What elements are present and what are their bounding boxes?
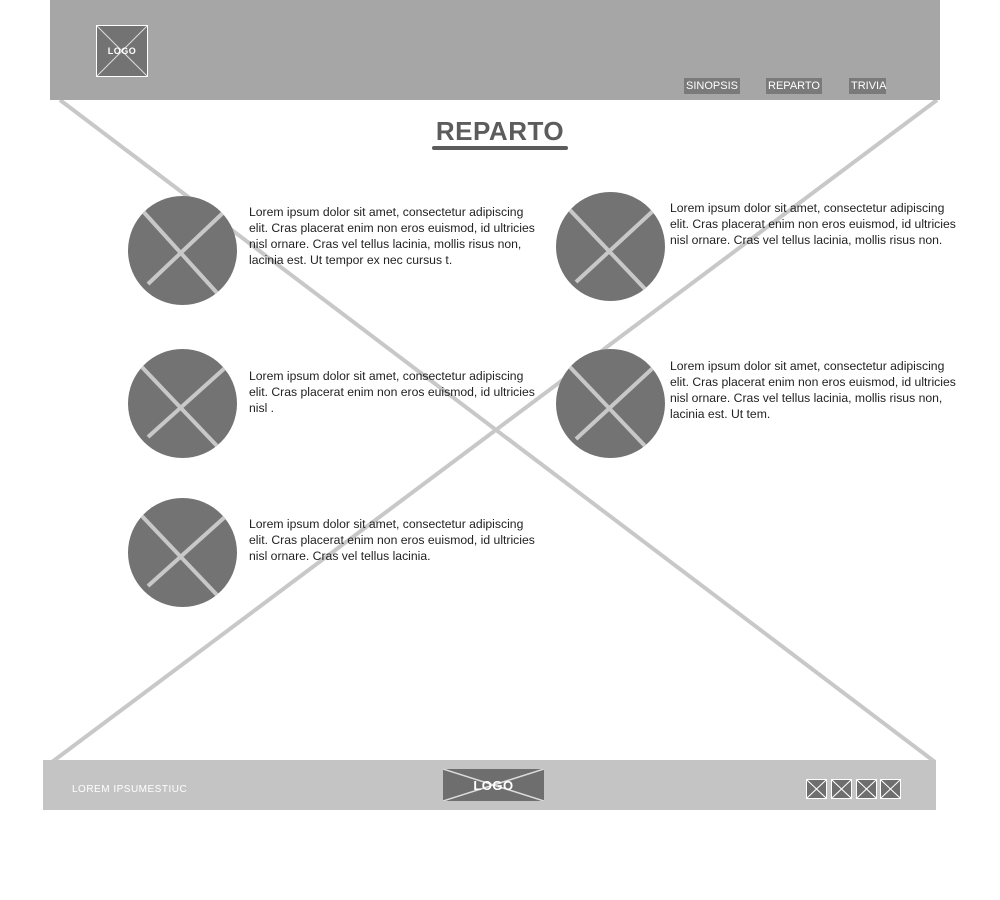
title-underline [432,146,568,150]
cast-avatar [128,498,237,607]
social-icon-1[interactable] [806,779,827,799]
page-title: REPARTO [435,116,565,146]
social-icon-4[interactable] [880,779,901,799]
placeholder-icon [832,780,851,798]
logo-text: LOGO [473,777,514,793]
cast-avatar [556,192,665,301]
nav-item-sinopsis[interactable]: SINOPSIS [684,78,740,94]
image-placeholder-icon [566,363,656,449]
cast-description: Lorem ipsum dolor sit amet, consectetur … [249,517,535,563]
cast-description: Lorem ipsum dolor sit amet, consectetur … [249,205,535,267]
nav-item-reparto[interactable]: REPARTO [766,78,822,94]
social-icon-3[interactable] [856,779,877,799]
cast-avatar [128,349,237,458]
cast-avatar [128,196,237,305]
image-placeholder-icon [138,512,228,598]
image-placeholder-icon [138,206,228,296]
footer-logo[interactable]: LOGO [443,769,544,801]
nav-item-trivia[interactable]: TRIVIA [849,78,886,94]
placeholder-icon [807,780,826,798]
social-icon-2[interactable] [831,779,852,799]
header-logo[interactable]: LOGO [96,25,148,77]
logo-text: LOGO [107,46,137,56]
cast-description: Lorem ipsum dolor sit amet, consectetur … [670,201,956,247]
placeholder-icon [881,780,900,798]
cast-description: Lorem ipsum dolor sit amet, consectetur … [670,359,956,421]
cast-description: Lorem ipsum dolor sit amet, consectetur … [249,369,535,415]
cast-avatar [556,349,665,458]
footer-text: LOREM IPSUMESTIUC [72,784,188,795]
placeholder-icon [857,780,876,798]
image-placeholder-icon [566,206,656,292]
image-placeholder-icon [138,363,228,449]
